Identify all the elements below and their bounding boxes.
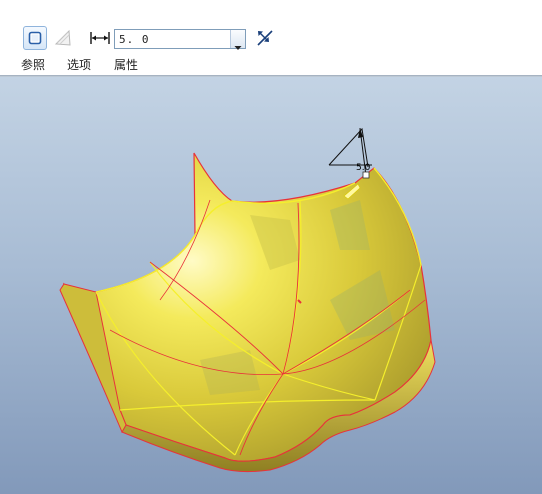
flip-direction-icon xyxy=(255,28,275,48)
thickness-dimension-icon xyxy=(89,30,111,46)
chevron-down-icon xyxy=(234,36,242,50)
surface-trim-button[interactable] xyxy=(51,26,75,50)
tab-references[interactable]: 参照 xyxy=(21,56,45,73)
solid-thicken-icon xyxy=(27,30,43,46)
tab-properties[interactable]: 属性 xyxy=(114,56,138,73)
flip-direction-button[interactable] xyxy=(253,26,277,50)
surface-trim-icon xyxy=(54,29,72,47)
drag-handle[interactable] xyxy=(362,171,370,179)
solid-thicken-button[interactable] xyxy=(23,26,47,50)
thickness-input[interactable]: 5. 0 xyxy=(114,29,246,50)
tab-options[interactable]: 选项 xyxy=(67,56,91,73)
graphics-viewport[interactable]: 5.0 xyxy=(0,77,542,494)
model-canvas: 5.0 xyxy=(59,127,436,473)
thickness-value[interactable]: 5. 0 xyxy=(115,33,230,46)
thickness-dimension-button xyxy=(88,26,112,50)
thickness-dropdown-button[interactable] xyxy=(230,30,245,50)
thickened-shell-model[interactable] xyxy=(59,152,436,473)
dimension-value-label[interactable]: 5.0 xyxy=(356,163,371,173)
feature-dashboard: 5. 0 参照 选项 属性 xyxy=(0,0,542,76)
